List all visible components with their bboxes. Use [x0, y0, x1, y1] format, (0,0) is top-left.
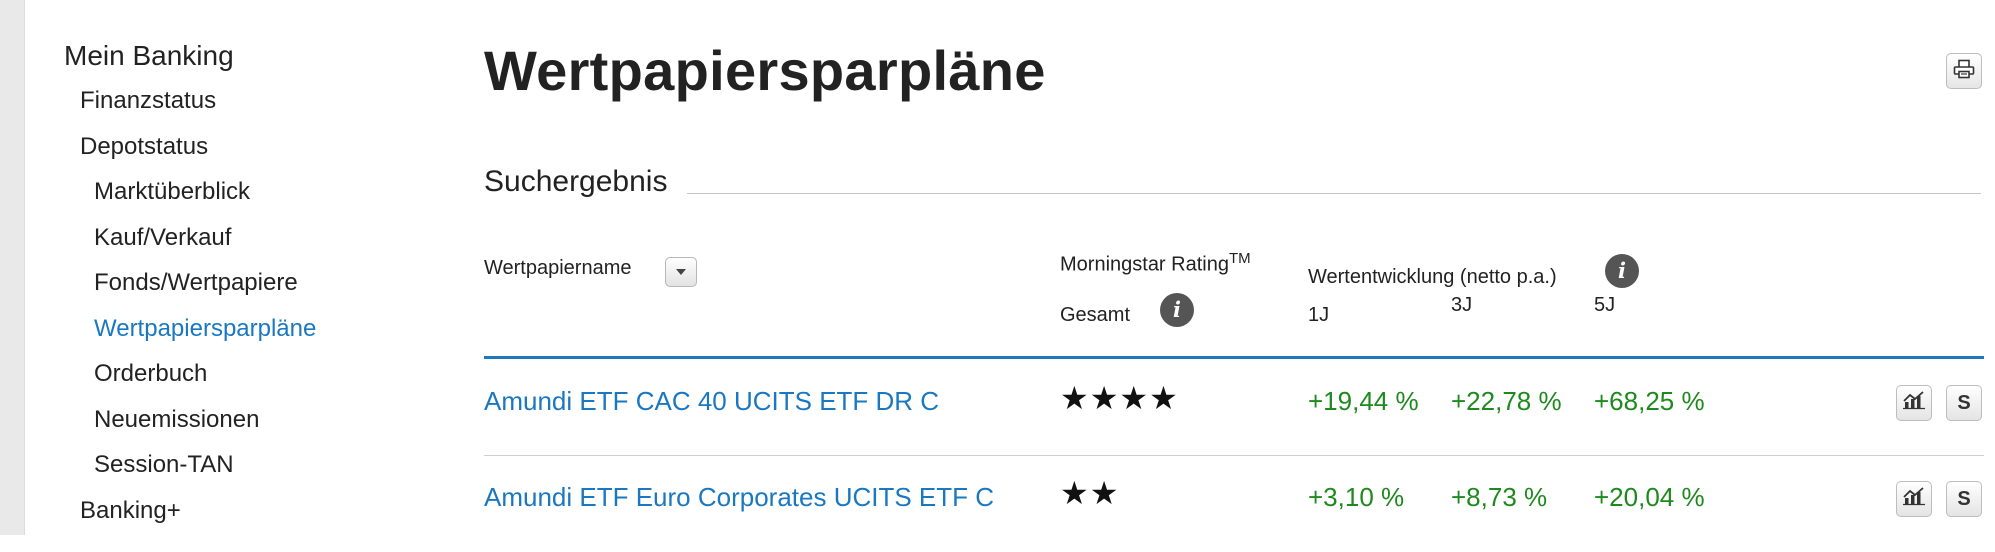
sidebar-item-orderbuch[interactable]: Orderbuch [64, 351, 424, 397]
sidebar-item-session-tan[interactable]: Session-TAN [64, 442, 424, 488]
rating-header-sub: Gesamt [1060, 304, 1131, 326]
chart-button[interactable] [1896, 481, 1932, 517]
performance-info-icon[interactable]: i [1605, 254, 1639, 288]
column-header-1j: 1J [1308, 304, 1330, 326]
sidebar-item-depotstatus[interactable]: Depotstatus [64, 124, 424, 170]
print-button[interactable] [1946, 53, 1982, 89]
rating-info-icon[interactable]: i [1160, 293, 1194, 327]
sidebar-item-banking-plus[interactable]: Banking+ [64, 488, 424, 534]
column-header-rating: Morningstar RatingTM [1060, 250, 1251, 277]
fund-name-link[interactable]: Amundi ETF Euro Corporates UCITS ETF C [484, 482, 994, 513]
sidebar-item-fonds-wertpapiere[interactable]: Fonds/Wertpapiere [64, 260, 424, 306]
savings-plan-s-button[interactable]: S [1946, 481, 1982, 517]
section-divider [687, 193, 1981, 194]
sidebar-item-kauf-verkauf[interactable]: Kauf/Verkauf [64, 215, 424, 261]
savings-plan-s-button[interactable]: S [1946, 385, 1982, 421]
performance-5j: +20,04 % [1594, 482, 1705, 512]
fund-name-link[interactable]: Amundi ETF CAC 40 UCITS ETF DR C [484, 386, 939, 417]
rating-header-label: Morningstar Rating [1060, 253, 1229, 276]
morningstar-stars: ★★ [1060, 475, 1120, 511]
column-header-3j: 3J [1451, 294, 1473, 316]
performance-5j: +68,25 % [1594, 386, 1705, 416]
trademark-sup: TM [1228, 250, 1251, 267]
sidebar-item-finanzstatus[interactable]: Finanzstatus [64, 78, 424, 124]
printer-icon [1953, 59, 1975, 84]
chart-button[interactable] [1896, 385, 1932, 421]
window-left-edge [0, 0, 25, 535]
morningstar-stars: ★★★★ [1060, 380, 1179, 416]
table-row: Amundi ETF CAC 40 UCITS ETF DR C ★★★★ +1… [484, 359, 1984, 456]
chart-icon [1902, 486, 1926, 512]
sidebar-item-neuemissionen[interactable]: Neuemissionen [64, 397, 424, 443]
column-header-name: Wertpapiername [484, 257, 632, 279]
table-row: Amundi ETF Euro Corporates UCITS ETF C ★… [484, 456, 1984, 552]
performance-1j: +19,44 % [1308, 386, 1419, 416]
performance-3j: +22,78 % [1451, 386, 1562, 416]
performance-1j: +3,10 % [1308, 482, 1405, 512]
sidebar-nav: Mein Banking Finanzstatus Depotstatus Ma… [64, 34, 424, 533]
sidebar-item-wertpapiersparplaene[interactable]: Wertpapiersparpläne [64, 306, 424, 352]
column-header-5j: 5J [1594, 294, 1616, 316]
section-title-suchergebnis: Suchergebnis [484, 165, 668, 198]
performance-3j: +8,73 % [1451, 482, 1548, 512]
sort-dropdown-button[interactable] [665, 257, 697, 287]
chevron-down-icon [675, 263, 687, 281]
page-title: Wertpapiersparpläne [484, 39, 1046, 102]
sidebar-title[interactable]: Mein Banking [64, 34, 424, 78]
sidebar-item-marktueberblick[interactable]: Marktüberblick [64, 169, 424, 215]
column-header-performance: Wertentwicklung (netto p.a.) [1308, 266, 1557, 288]
chart-icon [1902, 390, 1926, 416]
